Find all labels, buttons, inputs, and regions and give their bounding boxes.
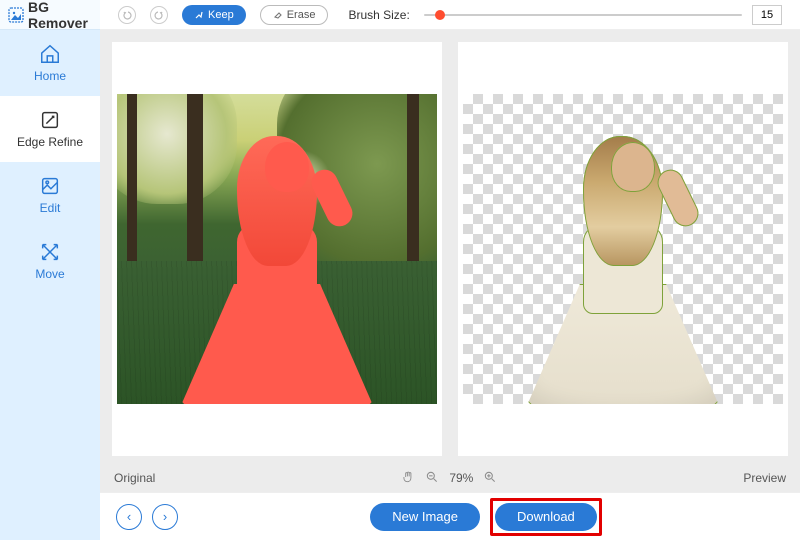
- eraser-icon: [273, 10, 283, 20]
- brand: BG Remover: [0, 0, 100, 30]
- statusbar: Original 79% Preview: [100, 464, 800, 492]
- sidebar: BG Remover Home Edge Refine Edit Move: [0, 0, 100, 540]
- next-button[interactable]: ›: [152, 504, 178, 530]
- sidebar-item-label: Home: [34, 69, 66, 83]
- cutout-subject: [523, 124, 723, 404]
- brush-size-value[interactable]: 15: [752, 5, 782, 25]
- preview-label: Preview: [743, 471, 786, 485]
- home-icon: [39, 43, 61, 65]
- brush-icon: [194, 10, 204, 20]
- brush-size-slider[interactable]: [424, 14, 742, 16]
- sidebar-item-move[interactable]: Move: [0, 228, 100, 294]
- preview-image[interactable]: [463, 94, 783, 404]
- zoom-out-icon[interactable]: [425, 470, 439, 487]
- edit-icon: [39, 175, 61, 197]
- slider-thumb[interactable]: [435, 10, 445, 20]
- brand-logo-icon: [8, 7, 24, 23]
- main: Keep Erase Brush Size: 15: [100, 0, 800, 540]
- brush-size-control: 15: [424, 5, 782, 25]
- brand-name: BG Remover: [28, 0, 92, 31]
- sidebar-item-edge-refine[interactable]: Edge Refine: [0, 96, 100, 162]
- keep-label: Keep: [208, 9, 234, 21]
- bottombar: ‹ › New Image Download: [100, 492, 800, 540]
- sidebar-item-home[interactable]: Home: [0, 30, 100, 96]
- new-image-button[interactable]: New Image: [370, 503, 480, 531]
- workspace: [100, 30, 800, 464]
- preview-panel: [458, 42, 788, 456]
- prev-button[interactable]: ‹: [116, 504, 142, 530]
- download-button[interactable]: Download: [495, 503, 597, 531]
- redo-button[interactable]: [150, 6, 168, 24]
- keep-button[interactable]: Keep: [182, 5, 246, 25]
- selection-mask: [177, 124, 377, 404]
- sidebar-item-edit[interactable]: Edit: [0, 162, 100, 228]
- erase-label: Erase: [287, 9, 316, 21]
- edge-refine-icon: [39, 109, 61, 131]
- sidebar-item-label: Edit: [40, 201, 61, 215]
- download-highlight: Download: [490, 498, 602, 536]
- undo-button[interactable]: [118, 6, 136, 24]
- zoom-value: 79%: [449, 471, 473, 485]
- erase-button[interactable]: Erase: [260, 5, 329, 25]
- sidebar-item-label: Edge Refine: [17, 135, 83, 149]
- original-label: Original: [114, 471, 155, 485]
- original-panel: [112, 42, 442, 456]
- move-icon: [39, 241, 61, 263]
- zoom-in-icon[interactable]: [483, 470, 497, 487]
- sidebar-item-label: Move: [35, 267, 64, 281]
- original-image[interactable]: [117, 94, 437, 404]
- brush-size-label: Brush Size:: [348, 8, 409, 22]
- toolbar: Keep Erase Brush Size: 15: [100, 0, 800, 30]
- hand-tool-icon[interactable]: [401, 470, 415, 487]
